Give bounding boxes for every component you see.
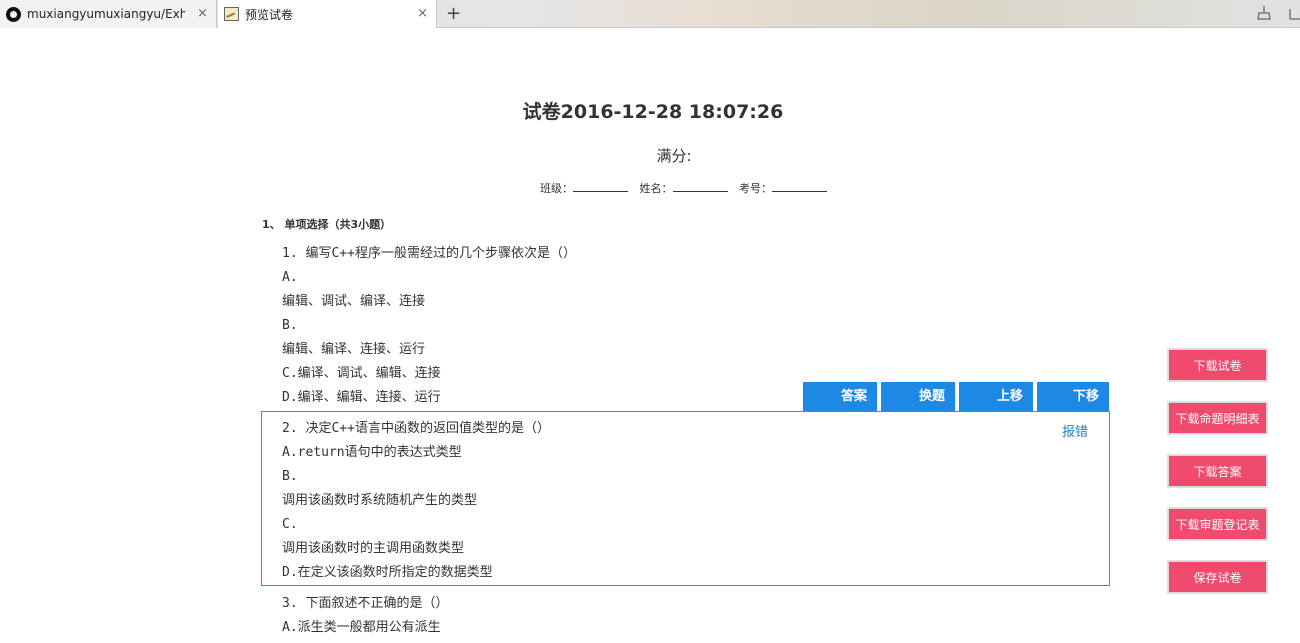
move-up-button[interactable]: 上移 <box>959 382 1033 411</box>
report-error-link[interactable]: 报错 <box>1062 421 1088 440</box>
class-label: 班级： <box>540 182 573 195</box>
browser-tab-preview[interactable]: 预览试卷 × <box>218 0 437 28</box>
question-stem: 3. 下面叙述不正确的是（） <box>282 596 449 611</box>
download-review-form-button[interactable]: 下载审题登记表 <box>1168 508 1267 540</box>
question-stem: 1. 编写C++程序一般需经过的几个步骤依次是（） <box>282 246 576 261</box>
browser-tab-github[interactable]: muxiangyumuxiangyu/Exhau × <box>0 0 217 28</box>
exam-id-label: 考号： <box>739 182 772 195</box>
option-line: A. <box>282 270 298 285</box>
option-line: 编辑、调试、编译、连接 <box>282 294 426 309</box>
option-line: 调用该函数时的主调用函数类型 <box>282 541 465 556</box>
replace-question-button[interactable]: 换题 <box>881 382 955 411</box>
save-paper-button[interactable]: 保存试卷 <box>1168 561 1267 593</box>
new-tab-button[interactable]: + <box>446 3 461 24</box>
option-line: 调用该函数时系统随机产生的类型 <box>282 493 478 508</box>
option-line: C.编译、调试、编辑、连接 <box>282 366 441 381</box>
option-line: 编辑、编译、连接、运行 <box>282 342 426 357</box>
question-stem: 2. 决定C++语言中函数的返回值类型的是（） <box>282 421 550 436</box>
option-line: B. <box>282 469 298 484</box>
paper-title: 试卷2016-12-28 18:07:26 <box>522 101 784 123</box>
section-title: 1、 单项选择（共3小题） <box>262 218 392 231</box>
student-info-line: 班级： 姓名： 考号： <box>540 180 835 196</box>
github-icon <box>6 6 21 22</box>
close-icon[interactable]: × <box>417 6 428 21</box>
option-line: C. <box>282 517 298 532</box>
class-blank <box>573 182 628 192</box>
restore-icon[interactable] <box>1288 5 1300 21</box>
page-icon <box>224 7 239 21</box>
name-label: 姓名： <box>639 182 673 195</box>
name-blank <box>672 182 728 192</box>
answer-button[interactable]: 答案 <box>803 382 877 411</box>
option-line: B. <box>282 318 298 333</box>
full-score-label: 满分: <box>656 147 692 165</box>
broom-icon[interactable] <box>1256 5 1272 21</box>
download-paper-button[interactable]: 下载试卷 <box>1168 349 1267 381</box>
tab-title: 预览试卷 <box>245 7 294 22</box>
download-spec-table-button[interactable]: 下载命题明细表 <box>1168 402 1267 434</box>
option-line: A.派生类一般都用公有派生 <box>282 620 441 635</box>
option-line: D.在定义该函数时所指定的数据类型 <box>282 565 493 580</box>
close-icon[interactable]: × <box>197 6 208 21</box>
option-line: D.编译、编辑、连接、运行 <box>282 390 441 405</box>
move-down-button[interactable]: 下移 <box>1037 382 1109 411</box>
option-line: A.return语句中的表达式类型 <box>282 445 462 460</box>
download-answers-button[interactable]: 下载答案 <box>1168 455 1267 487</box>
exam-id-blank <box>772 182 827 192</box>
tab-title: muxiangyumuxiangyu/Exhau <box>27 7 185 21</box>
browser-tab-bar: muxiangyumuxiangyu/Exhau × 预览试卷 × + <box>0 0 1300 28</box>
